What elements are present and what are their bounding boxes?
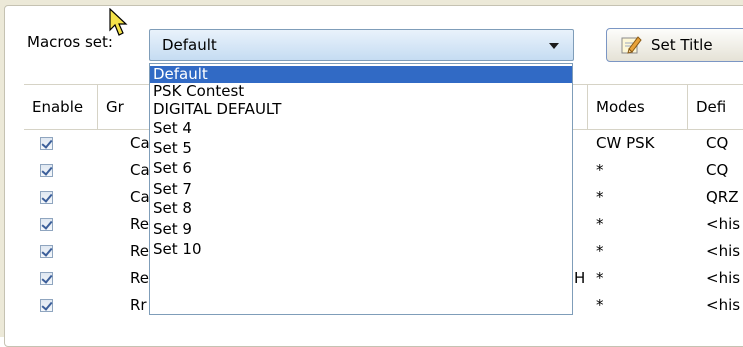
enable-checkbox[interactable] [40,299,53,312]
enable-checkbox[interactable] [40,272,53,285]
enable-checkbox[interactable] [40,191,53,204]
modes-cell: * [596,296,604,314]
dropdown-option-default[interactable]: Default [150,66,572,83]
enable-checkbox[interactable] [40,218,53,231]
definition-cell: <his [706,242,741,260]
enable-checkbox[interactable] [40,137,53,150]
chevron-down-icon[interactable] [549,43,559,49]
modes-cell: * [596,161,604,179]
extra-cell: H [574,269,586,287]
macros-set-label: Macros set: [27,33,113,51]
enable-checkbox[interactable] [40,164,53,177]
modes-cell: * [596,242,604,260]
definition-cell: QRZ [706,188,739,206]
dropdown-option-digital-default[interactable]: DIGITAL DEFAULT [150,101,572,118]
window: Macros set: Default Set Title Enable Gr … [0,0,743,347]
dropdown-option-set-4[interactable]: Set 4 [150,120,572,137]
dropdown-option-set-7[interactable]: Set 7 [150,181,572,198]
modes-cell: * [596,188,604,206]
mouse-pointer-icon [109,7,131,42]
dropdown-option-set-9[interactable]: Set 9 [150,221,572,238]
enable-checkbox[interactable] [40,245,53,258]
dropdown-option-set-5[interactable]: Set 5 [150,140,572,157]
definition-cell: <his [706,215,741,233]
dropdown-option-set-8[interactable]: Set 8 [150,200,572,217]
pencil-note-icon [620,34,642,60]
modes-cell: CW PSK [596,134,655,152]
definition-cell: <his [706,269,741,287]
definition-cell: <his [706,296,741,314]
dropdown-option-set-6[interactable]: Set 6 [150,160,572,177]
column-header-definition[interactable]: Defi [688,85,743,129]
column-header-modes[interactable]: Modes [588,85,688,129]
set-title-button[interactable]: Set Title [606,28,743,62]
modes-cell: * [596,215,604,233]
dropdown-option-set-10[interactable]: Set 10 [150,241,572,258]
macros-set-selected-value: Default [162,36,217,54]
column-header-enable[interactable]: Enable [24,85,98,129]
macros-set-combobox[interactable]: Default [149,29,574,61]
macros-set-dropdown-list[interactable]: Default PSK Contest DIGITAL DEFAULT Set … [149,63,573,315]
set-title-label: Set Title [651,36,713,54]
dropdown-option-psk-contest[interactable]: PSK Contest [150,83,572,100]
modes-cell: * [596,269,604,287]
definition-cell: CQ [706,134,729,152]
definition-cell: CQ [706,161,729,179]
